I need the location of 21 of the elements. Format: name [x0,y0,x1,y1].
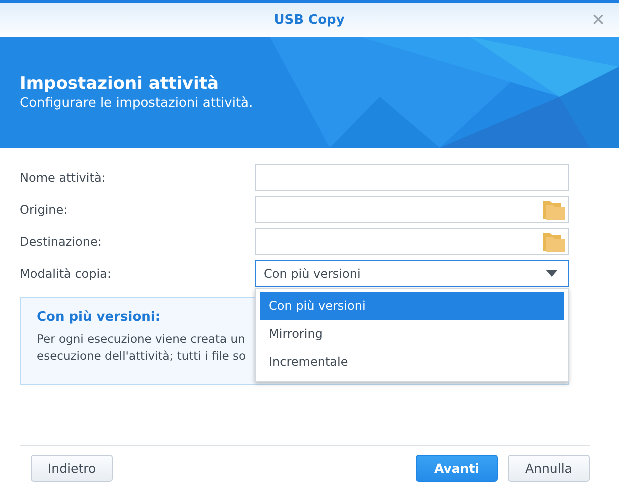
dropdown-option[interactable]: Incrementale [260,348,564,376]
path-field[interactable] [255,196,569,223]
field-label: Nome attività: [20,170,107,184]
secondary-button[interactable]: Indietro [31,455,114,482]
secondary-button[interactable]: Annulla [508,455,590,482]
path-field[interactable] [255,228,569,255]
banner-title: Impostazioni attività [20,73,220,95]
field-label: Modalità copia: [20,266,112,280]
info-text: Per ogni esecuzione viene creata un [37,331,246,348]
info-text: esecuzione dell'attività; tutti i file so [37,348,246,365]
dropdown-option[interactable]: Mirroring [260,320,564,348]
info-title: Con più versioni: [37,310,162,325]
field-label: Destinazione: [20,234,103,248]
dropdown-option[interactable]: Con più versioni [260,292,564,320]
input-field[interactable] [255,164,569,191]
folder-icon[interactable] [543,200,565,220]
field-label: Origine: [20,202,69,216]
window-title: USB Copy [274,12,345,28]
folder-icon[interactable] [543,232,565,252]
banner-subtitle: Configurare le impostazioni attività. [20,95,254,112]
caret-icon[interactable] [546,270,558,277]
